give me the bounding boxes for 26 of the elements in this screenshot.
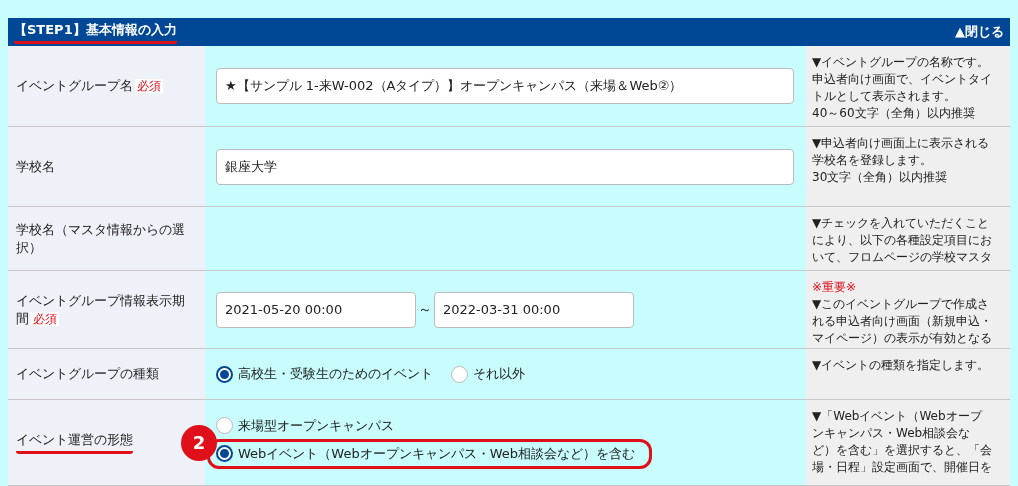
field-label: 学校名（マスタ情報からの選択） (16, 220, 186, 257)
close-toggle[interactable]: ▲閉じる (955, 23, 1004, 41)
help-text: ▼イベントの種類を指定します。 (812, 357, 991, 374)
field-label: イベントグループの種類 (16, 365, 159, 383)
field-label: イベントグループ名 必須 (16, 77, 163, 95)
range-separator: ～ (418, 300, 432, 319)
help-text: ▼「Webイベント（Webオープ ンキャンパス・Web相談会な ど）を含む」を選択すると、「会 場・日程」設定画面で、開催日を (812, 408, 993, 476)
required-tag: 必須 (135, 79, 163, 93)
radio-option[interactable]: 来場型オープンキャンパス (216, 416, 653, 435)
help-text: ▼チェックを入れていただくこと により、以下の各種設定項目にお いて、フロムページの学校マスタ (812, 215, 993, 266)
important-note: ※重要※ (812, 279, 858, 296)
highlighted-radio-option[interactable]: Webイベント（Webオープンキャンパス・Web相談会など）を含む (207, 438, 653, 469)
date-field[interactable]: 2021-05-20 00:00 (216, 291, 416, 328)
text-field[interactable]: 銀座大学 (216, 148, 794, 185)
date-field[interactable]: 2022-03-31 00:00 (434, 291, 634, 328)
required-tag: 必須 (31, 311, 59, 326)
help-text: ▼イベントグループの名称です。 申込者向け画面で、イベントタイ トルとして表示されます。 40～60文字（全角）以内推奨 (812, 54, 993, 122)
field-label: 学校名 (16, 157, 55, 176)
help-text: ▼このイベントグループで作成さ れる申込者向け画面（新規申込・ マイページ）の表示が有効となる (812, 296, 993, 347)
text-field[interactable]: ★【サンプル 1-来W-002（Aタイプ）】オープンキャンパス（来場＆Web②） (216, 68, 794, 104)
radio-option[interactable]: それ以外 (451, 365, 525, 383)
field-label: イベント運営の形態 (16, 431, 133, 454)
field-label: イベントグループ情報表示期間 必須 (16, 291, 186, 328)
section-title: 【STEP1】基本情報の入力 (14, 20, 177, 44)
help-text: ▼申込者向け画面上に表示される 学校名を登録します。 30文字（全角）以内推奨 (812, 135, 991, 186)
radio-option[interactable]: 高校生・受験生のためのイベント (216, 365, 433, 383)
